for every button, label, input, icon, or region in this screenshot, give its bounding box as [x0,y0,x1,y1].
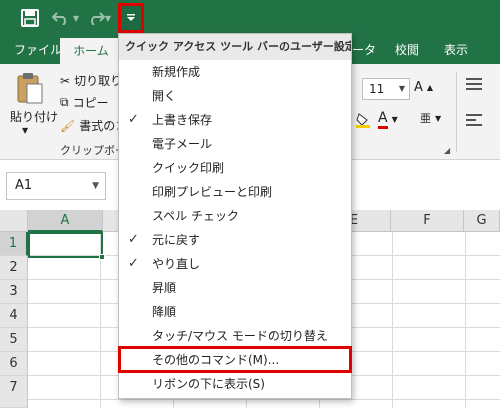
menu-item-label: 開く [152,89,177,103]
font-size-value: 11 [369,82,385,96]
menu-item-new[interactable]: 新規作成 [119,60,351,84]
fill-handle[interactable] [99,254,105,260]
tab-view[interactable]: 表示 [442,36,470,64]
paste-dropdown-icon[interactable]: ▼ [22,126,28,135]
column-header-f[interactable]: F [391,210,464,232]
row-header-3[interactable]: 3 [0,280,28,304]
menu-item-label: リボンの下に表示(S) [152,377,265,391]
font-color-icon[interactable]: A ▼ [378,110,398,129]
redo-dropdown-icon[interactable]: ▼ [102,6,114,30]
undo-dropdown-icon[interactable]: ▼ [70,6,82,30]
tab-data[interactable]: ータ [350,36,378,64]
dropdown-caret-icon [127,14,135,21]
align-top-icon[interactable] [464,76,484,92]
menu-item-print-preview[interactable]: 印刷プレビューと印刷 [119,180,351,204]
active-cell-a1[interactable] [28,232,103,258]
menu-item-label: 元に戻す [152,233,201,247]
menu-item-label: クイック印刷 [152,161,225,175]
checkmark-icon: ✓ [128,232,139,247]
cut-label: 切り取り [74,74,123,88]
menu-item-label: 上書き保存 [152,113,213,127]
menu-item-spell-check[interactable]: スペル チェック [119,204,351,228]
paste-icon[interactable] [16,72,44,106]
customize-qat-button[interactable] [118,3,144,33]
row-header-4[interactable]: 4 [0,304,28,328]
increase-font-icon[interactable]: A ▲ [414,80,433,95]
more-commands-highlight [118,346,352,373]
chevron-down-icon: ▼ [398,84,405,93]
menu-item-open[interactable]: 開く [119,84,351,108]
tab-file[interactable]: ファイル [12,36,64,64]
copy-icon: ⧉ [60,95,69,109]
copy-button[interactable]: ⧉ コピー [60,94,109,111]
menu-item-label: 新規作成 [152,65,201,79]
menu-item-email[interactable]: 電子メール [119,132,351,156]
menu-item-label: 昇順 [152,281,177,295]
menu-item-sort-ascending[interactable]: 昇順 [119,276,351,300]
tab-review[interactable]: 校閲 [393,36,421,64]
row-header-6[interactable]: 6 [0,352,28,376]
paste-button-label[interactable]: 貼り付け [10,108,58,125]
menu-item-touch-mouse-mode[interactable]: タッチ/マウス モードの切り替え [119,324,351,348]
tab-home[interactable]: ホーム [60,38,122,64]
fill-color-icon[interactable] [356,112,370,128]
menu-item-label: やり直し [152,257,201,271]
phonetic-guide-icon[interactable]: 亜 ▼ [420,110,441,126]
title-bar: ▼ ▼ [0,0,500,36]
column-header-g[interactable]: G [464,210,500,232]
name-box-value: A1 [15,178,33,193]
chevron-down-icon: ▼ [92,181,99,191]
undo-icon[interactable] [50,6,72,30]
menu-item-label: 印刷プレビューと印刷 [152,185,273,199]
row-header-1[interactable]: 1 [0,232,28,256]
name-box[interactable]: A1 ▼ [6,172,106,200]
menu-item-undo[interactable]: ✓ 元に戻す [119,228,351,252]
font-dialog-launcher-icon[interactable]: ◢ [444,146,450,155]
menu-item-quick-print[interactable]: クイック印刷 [119,156,351,180]
menu-item-redo[interactable]: ✓ やり直し [119,252,351,276]
menu-item-save[interactable]: ✓ 上書き保存 [119,108,351,132]
row-header-2[interactable]: 2 [0,256,28,280]
cut-button[interactable]: ✂ 切り取り [60,72,122,89]
align-left-icon[interactable] [464,112,484,128]
column-header-a[interactable]: A [28,210,103,232]
customize-qat-menu: クイック アクセス ツール バーのユーザー設定 新規作成 開く ✓ 上書き保存 電… [118,33,352,399]
font-size-select[interactable]: 11 ▼ [362,78,410,100]
copy-label: コピー [72,96,109,110]
scissors-icon: ✂ [60,73,71,88]
select-all-corner[interactable] [0,210,28,232]
menu-item-label: タッチ/マウス モードの切り替え [152,329,328,343]
paintbrush-icon: 🖌 [60,118,76,133]
menu-item-label: 降順 [152,305,177,319]
row-header-5[interactable]: 5 [0,328,28,352]
checkmark-icon: ✓ [128,112,139,127]
checkmark-icon: ✓ [128,256,139,271]
menu-item-show-below-ribbon[interactable]: リボンの下に表示(S) [119,372,351,396]
menu-item-label: 電子メール [152,137,213,151]
clipboard-group-label: クリップボー [60,144,126,157]
save-icon[interactable] [18,6,42,30]
menu-header: クイック アクセス ツール バーのユーザー設定 [119,34,351,60]
row-header-7[interactable]: 7 [0,376,28,408]
ribbon-group-divider [456,72,457,152]
menu-item-label: スペル チェック [152,209,239,223]
menu-item-sort-descending[interactable]: 降順 [119,300,351,324]
